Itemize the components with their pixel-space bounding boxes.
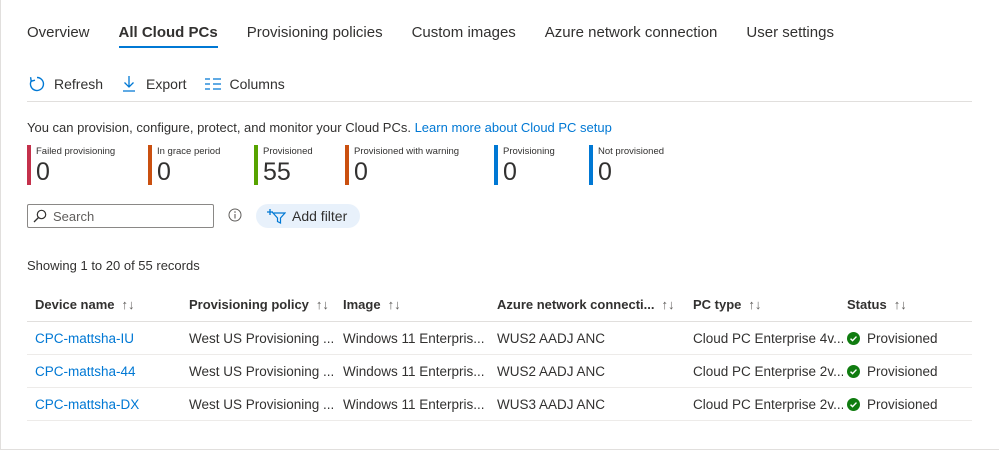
tile-color-bar bbox=[494, 145, 498, 185]
column-header-device-name[interactable]: Device name ↑↓ bbox=[35, 288, 135, 322]
sort-icon: ↑↓ bbox=[893, 297, 907, 312]
tile-not-provisioned[interactable]: Not provisioned 0 bbox=[589, 145, 664, 185]
cell-status: Provisioned bbox=[847, 355, 972, 388]
cell-image: Windows 11 Enterpris... bbox=[343, 397, 485, 412]
cell-azure-network-connection: WUS3 AADJ ANC bbox=[497, 397, 606, 412]
tile-label: Provisioned with warning bbox=[354, 146, 460, 157]
tile-color-bar bbox=[148, 145, 152, 185]
export-button[interactable]: Export bbox=[119, 74, 187, 94]
search-box[interactable] bbox=[27, 204, 214, 228]
cell-status: Provisioned bbox=[847, 322, 972, 355]
device-name-link[interactable]: CPC-mattsha-DX bbox=[35, 388, 185, 421]
tile-value: 0 bbox=[354, 158, 368, 186]
column-header-pc-type[interactable]: PC type ↑↓ bbox=[693, 288, 761, 322]
learn-more-link[interactable]: Learn more about Cloud PC setup bbox=[415, 120, 612, 135]
toolbar-divider bbox=[27, 101, 972, 102]
cell-image: Windows 11 Enterpris... bbox=[343, 331, 485, 346]
sort-icon: ↑↓ bbox=[661, 297, 675, 312]
tile-label: Not provisioned bbox=[598, 146, 665, 157]
download-icon bbox=[119, 74, 139, 94]
table-row[interactable]: CPC-mattsha-44 West US Provisioning ... … bbox=[27, 355, 972, 388]
tab-bar: Overview All Cloud PCs Provisioning poli… bbox=[27, 16, 863, 52]
info-icon[interactable] bbox=[228, 208, 242, 222]
tile-provisioning[interactable]: Provisioning 0 bbox=[494, 145, 555, 185]
tile-label: Provisioning bbox=[503, 146, 555, 157]
tab-provisioning-policies[interactable]: Provisioning policies bbox=[247, 16, 383, 52]
tile-in-grace-period[interactable]: In grace period 0 bbox=[148, 145, 220, 185]
tab-azure-network-connection[interactable]: Azure network connection bbox=[545, 16, 718, 52]
table-header: Device name ↑↓ Provisioning policy ↑↓ Imag… bbox=[27, 288, 972, 322]
cell-provisioning-policy: West US Provisioning ... bbox=[189, 397, 335, 412]
tile-color-bar bbox=[345, 145, 349, 185]
sort-icon: ↑↓ bbox=[387, 297, 401, 312]
info-description: You can provision, configure, protect, a… bbox=[27, 120, 411, 135]
columns-button[interactable]: Columns bbox=[203, 74, 285, 94]
tile-label: Failed provisioning bbox=[36, 146, 116, 157]
cell-image: Windows 11 Enterpris... bbox=[343, 364, 485, 379]
info-text: You can provision, configure, protect, a… bbox=[27, 120, 612, 135]
cell-pc-type: Cloud PC Enterprise 2v... bbox=[693, 364, 843, 379]
refresh-button[interactable]: Refresh bbox=[27, 74, 103, 94]
add-filter-label: Add filter bbox=[292, 208, 348, 224]
columns-label: Columns bbox=[229, 76, 285, 92]
column-header-image[interactable]: Image ↑↓ bbox=[343, 288, 401, 322]
sort-icon: ↑↓ bbox=[315, 297, 329, 312]
export-label: Export bbox=[146, 76, 187, 92]
success-check-icon bbox=[847, 398, 860, 411]
cloud-pc-table: Device name ↑↓ Provisioning policy ↑↓ Imag… bbox=[27, 288, 972, 421]
device-name-link[interactable]: CPC-mattsha-IU bbox=[35, 322, 185, 355]
tile-color-bar bbox=[254, 145, 258, 185]
refresh-label: Refresh bbox=[54, 76, 104, 92]
cell-status: Provisioned bbox=[847, 388, 972, 421]
tile-provisioned-with-warning[interactable]: Provisioned with warning 0 bbox=[345, 145, 459, 185]
search-icon bbox=[33, 209, 47, 223]
tile-label: Provisioned bbox=[263, 146, 313, 157]
tile-value: 0 bbox=[36, 158, 50, 186]
cell-pc-type: Cloud PC Enterprise 2v... bbox=[693, 397, 843, 412]
column-header-provisioning-policy[interactable]: Provisioning policy ↑↓ bbox=[189, 288, 329, 322]
column-header-status[interactable]: Status ↑↓ bbox=[847, 288, 907, 322]
tile-failed-provisioning[interactable]: Failed provisioning 0 bbox=[27, 145, 115, 185]
add-filter-icon bbox=[266, 208, 286, 224]
tile-color-bar bbox=[589, 145, 593, 185]
sort-icon: ↑↓ bbox=[748, 297, 762, 312]
tile-label: In grace period bbox=[157, 146, 221, 157]
device-name-link[interactable]: CPC-mattsha-44 bbox=[35, 355, 185, 388]
add-filter-button[interactable]: Add filter bbox=[256, 204, 361, 228]
command-bar: Refresh Export Columns bbox=[27, 70, 301, 98]
tile-value: 0 bbox=[598, 158, 612, 186]
refresh-icon bbox=[27, 74, 47, 94]
tile-provisioned[interactable]: Provisioned 55 bbox=[254, 145, 313, 185]
tab-user-settings[interactable]: User settings bbox=[746, 16, 834, 52]
tile-value: 0 bbox=[157, 158, 171, 186]
sort-icon: ↑↓ bbox=[121, 297, 135, 312]
cell-provisioning-policy: West US Provisioning ... bbox=[189, 364, 335, 379]
tile-value: 0 bbox=[503, 158, 517, 186]
column-header-azure-network-connection[interactable]: Azure network connecti... ↑↓ bbox=[497, 288, 674, 322]
cell-azure-network-connection: WUS2 AADJ ANC bbox=[497, 331, 606, 346]
success-check-icon bbox=[847, 332, 860, 345]
records-count: Showing 1 to 20 of 55 records bbox=[27, 258, 200, 273]
success-check-icon bbox=[847, 365, 860, 378]
cell-provisioning-policy: West US Provisioning ... bbox=[189, 331, 335, 346]
tile-color-bar bbox=[27, 145, 31, 185]
tab-all-cloud-pcs[interactable]: All Cloud PCs bbox=[118, 16, 218, 52]
tile-value: 55 bbox=[263, 158, 291, 186]
table-row[interactable]: CPC-mattsha-DX West US Provisioning ... … bbox=[27, 388, 972, 421]
tab-overview[interactable]: Overview bbox=[27, 16, 90, 52]
tab-custom-images[interactable]: Custom images bbox=[412, 16, 516, 52]
search-input[interactable] bbox=[53, 208, 203, 224]
cell-azure-network-connection: WUS2 AADJ ANC bbox=[497, 364, 606, 379]
columns-icon bbox=[203, 74, 223, 94]
table-row[interactable]: CPC-mattsha-IU West US Provisioning ... … bbox=[27, 322, 972, 355]
cell-pc-type: Cloud PC Enterprise 4v... bbox=[693, 331, 843, 346]
